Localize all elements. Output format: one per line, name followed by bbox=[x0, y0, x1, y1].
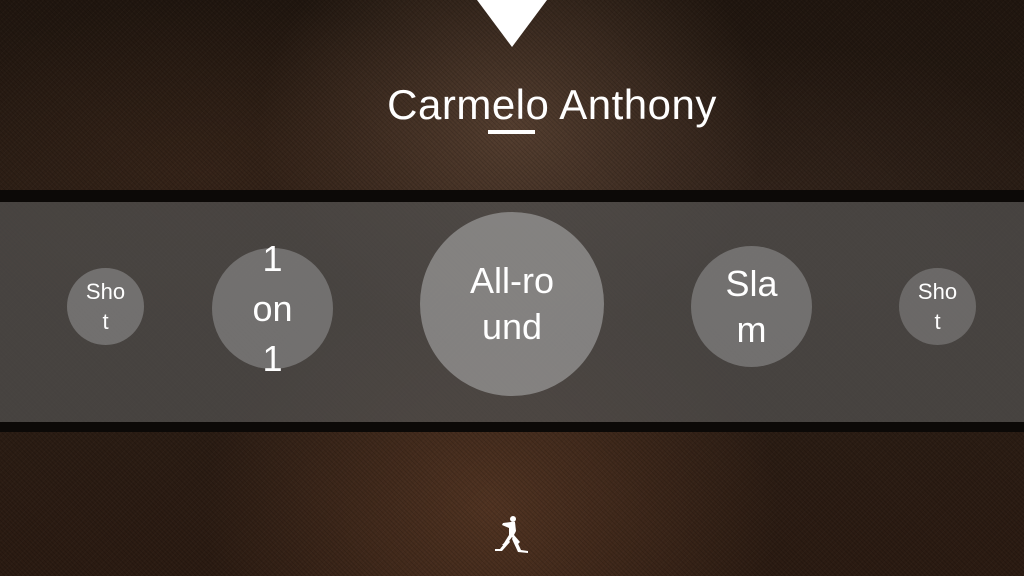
jumpman-logo bbox=[495, 516, 528, 553]
skill-label: Shot bbox=[85, 278, 126, 334]
triangle-down-icon[interactable] bbox=[477, 0, 547, 47]
name-underline bbox=[488, 130, 535, 134]
skill-label: Shot bbox=[917, 278, 958, 334]
band-top-divider bbox=[0, 190, 1024, 202]
skill-label: Slam bbox=[725, 262, 778, 350]
skill-bubble-shot-right[interactable]: Shot bbox=[899, 268, 976, 345]
skill-bubble-shot-left[interactable]: Shot bbox=[67, 268, 144, 345]
skill-bubble-allround[interactable]: All-round bbox=[420, 212, 604, 396]
band-bottom-divider bbox=[0, 422, 1024, 432]
skill-bubble-1on1[interactable]: 1 on 1 bbox=[212, 238, 333, 379]
player-name: Carmelo Anthony bbox=[387, 81, 717, 128]
skill-label: All-round bbox=[469, 260, 554, 347]
skill-bubble-slam[interactable]: Slam bbox=[691, 246, 812, 367]
skill-label: 1 on 1 bbox=[252, 237, 293, 379]
